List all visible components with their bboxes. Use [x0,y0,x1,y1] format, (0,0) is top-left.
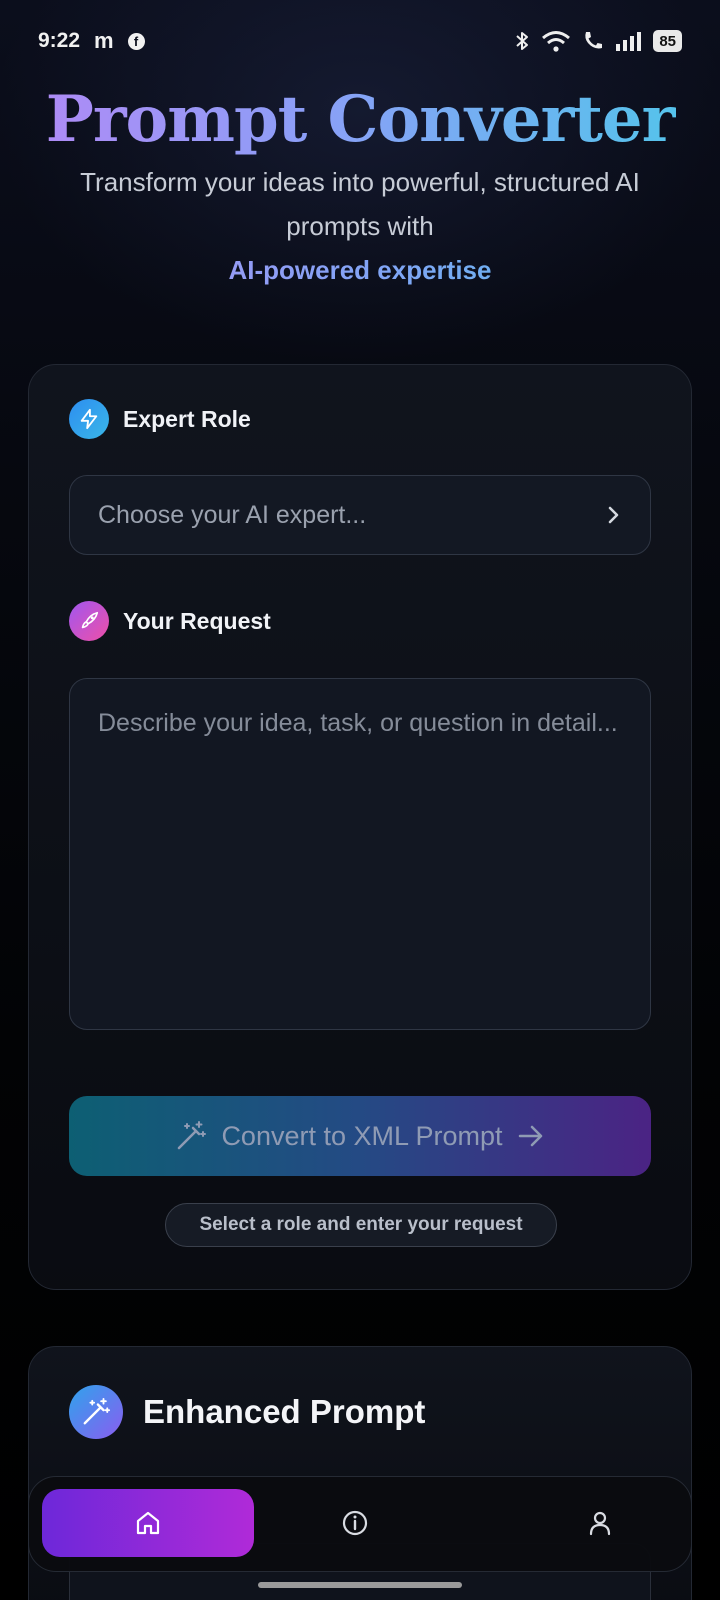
expert-role-label: Expert Role [69,399,251,439]
call-icon [585,32,603,49]
bottom-navigation [28,1476,692,1572]
convert-button-label: Convert to XML Prompt [221,1120,503,1151]
your-request-label: Your Request [69,601,271,641]
sparkle-wand-icon [69,1385,123,1439]
expert-role-select[interactable]: Choose your AI expert... [69,475,651,555]
helper-hint: Select a role and enter your request [165,1203,557,1247]
magic-wand-icon [178,1121,207,1150]
header: Prompt Converter Transform your ideas in… [0,82,720,292]
lightning-icon [69,399,109,439]
your-request-label-text: Your Request [123,607,271,634]
app-title: Prompt Converter [0,82,720,158]
battery-level: 85 [659,32,676,50]
app-subtitle: Transform your ideas into powerful, stru… [80,167,640,241]
status-time: 9:22 [38,29,81,52]
chevron-right-icon [608,506,619,524]
prompt-form-card: Expert Role Choose your AI expert... You… [28,364,692,1290]
user-icon [589,1511,611,1536]
request-textarea[interactable]: Describe your idea, task, or question in… [69,678,651,1030]
bluetooth-icon [516,32,529,50]
nav-home[interactable] [42,1489,254,1557]
enhanced-prompt-title: Enhanced Prompt [143,1393,426,1430]
nav-profile[interactable] [564,1489,636,1557]
rocket-icon [69,601,109,641]
home-indicator[interactable] [258,1582,462,1588]
wifi-icon [542,31,571,52]
convert-button[interactable]: Convert to XML Prompt [69,1096,651,1176]
arrow-right-icon [518,1125,542,1147]
request-placeholder: Describe your idea, task, or question in… [98,709,618,737]
enhanced-prompt-heading: Enhanced Prompt [69,1385,425,1439]
status-left: 9:22 m f [38,28,145,54]
info-icon [342,1510,368,1536]
battery-icon: 85 [653,30,682,52]
expert-role-placeholder: Choose your AI expert... [98,500,367,529]
helper-hint-text: Select a role and enter your request [199,1214,523,1235]
nav-info[interactable] [319,1489,391,1557]
status-bar: 9:22 m f 85 [0,0,720,82]
facebook-icon: f [127,32,145,50]
expert-role-label-text: Expert Role [123,405,251,432]
app-subtitle-highlight: AI-powered expertise [0,248,720,292]
status-right: 85 [513,29,682,53]
home-icon [136,1511,160,1535]
signal-icon [616,32,642,51]
notification-app-m-icon: m [94,28,114,53]
